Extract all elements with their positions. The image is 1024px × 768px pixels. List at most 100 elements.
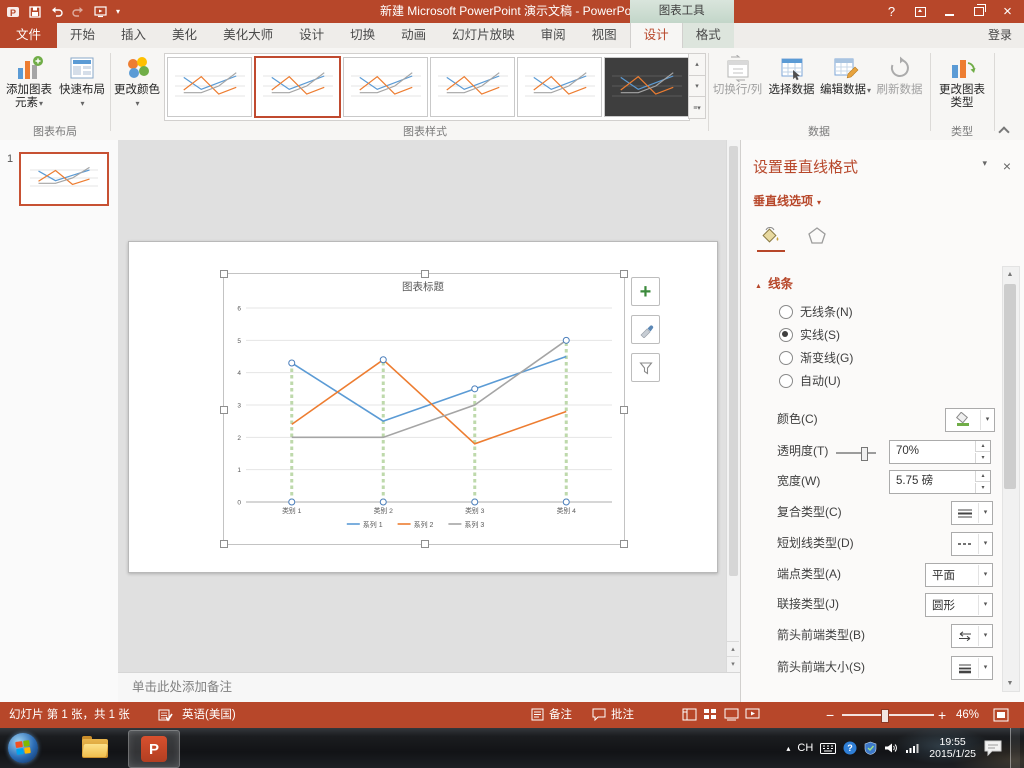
chart-selection-handle[interactable] [220,406,228,414]
tab-1[interactable]: 开始 [57,23,108,48]
dash-type-dropdown[interactable]: ▾ [951,532,993,556]
qat-customize-icon[interactable]: ▾ [116,4,120,20]
scroll-down-icon[interactable]: ▼ [1003,676,1017,691]
chart-style-6[interactable] [604,57,689,117]
chart-selection-handle[interactable] [220,540,228,548]
slider-track[interactable] [836,452,876,454]
line-color-button[interactable]: ▾ [945,408,995,432]
start-slideshow-icon[interactable] [94,4,107,20]
spin-down-icon[interactable]: ▾ [975,453,990,463]
chart-filters-button[interactable] [631,353,660,382]
pane-target-selector[interactable]: 垂直线选项 ▾ [753,192,821,209]
network-icon[interactable] [905,742,919,754]
width-value[interactable]: 5.75 磅 [896,471,933,491]
switch-row-column-button[interactable]: 切换行/列 [711,50,764,126]
fit-to-window-icon[interactable] [993,708,1009,722]
radio-option-1[interactable]: 无线条(N) [779,300,853,323]
line-section-header[interactable]: ▲ 线条 [755,273,793,292]
slide-editing-area[interactable]: 图表标题 0 1 2 3 4 5 6 类别 1 类别 2 类别 3 类别 4 系列 1 系列 2 系列 3 … [118,140,740,672]
select-data-button[interactable]: 选择数据 [765,50,818,126]
powerpoint-icon[interactable]: P [6,4,20,20]
chart-selection-handle[interactable] [220,270,228,278]
transparency-slider[interactable] [836,446,876,461]
chart-style-4[interactable] [430,57,515,117]
next-slide-icon[interactable]: ▾ [727,656,739,672]
taskbar-clock[interactable]: 19:55 2015/1/25 [929,736,976,760]
tab-contextual-2[interactable]: 格式 [683,23,734,48]
compound-type-dropdown[interactable]: ▾ [951,501,993,525]
pane-close-icon[interactable]: × [1003,158,1011,174]
add-chart-element-button[interactable]: 添加图表元素▾ [3,50,55,126]
notes-area[interactable]: 单击此处添加备注 [118,672,740,703]
scrollbar-thumb[interactable] [729,146,738,576]
pane-scrollbar[interactable]: ▲ ▼ [1002,266,1020,692]
tab-8[interactable]: 幻灯片放映 [439,23,528,48]
radio-option-2[interactable]: 实线(S) [779,323,853,346]
language-indicator[interactable]: 英语(美国) [182,702,236,728]
tab-2[interactable]: 插入 [108,23,159,48]
slide-canvas[interactable]: 图表标题 0 1 2 3 4 5 6 类别 1 类别 2 类别 3 类别 4 系列 1 系列 2 系列 3 … [128,241,718,573]
chart-elements-button[interactable]: + [631,277,660,306]
comments-icon[interactable] [592,708,606,721]
volume-icon[interactable] [884,742,898,754]
zoom-level[interactable]: 46% [956,702,979,728]
redo-icon[interactable] [72,4,85,20]
message-bubble-icon[interactable] [983,739,1003,757]
spellcheck-icon[interactable] [158,708,173,722]
taskbar-powerpoint-button[interactable]: P [128,730,180,768]
chart-styles-button[interactable] [631,315,660,344]
scroll-up-icon[interactable]: ▲ [1003,267,1017,282]
chart-plot[interactable]: 图表标题 0 1 2 3 4 5 6 类别 1 类别 2 类别 3 类别 4 系列 1 系列 2 系列 3 [224,274,622,542]
chart-selection-handle[interactable] [421,540,429,548]
radio-option-3[interactable]: 渐变线(G) [779,346,853,369]
chart-selection-handle[interactable] [421,270,429,278]
refresh-data-button[interactable]: 刷新数据 [873,50,926,126]
reading-view-icon[interactable] [724,708,739,721]
close-icon[interactable]: × [993,0,1022,23]
slideshow-view-icon[interactable] [745,708,760,721]
cap-type-dropdown[interactable]: 平面 ▾ [925,563,993,587]
radio-circle[interactable] [779,373,793,388]
chart-area[interactable]: 图表标题 0 1 2 3 4 5 6 类别 1 类别 2 类别 3 类别 4 系列 1 系列 2 系列 3 [224,274,624,542]
chart-style-5[interactable] [517,57,602,117]
minimize-icon[interactable] [935,0,964,23]
keyboard-icon[interactable] [820,742,837,754]
comments-toggle[interactable]: 批注 [611,702,634,728]
gallery-scroll-up-icon[interactable]: ▴ [688,53,706,76]
effects-tab[interactable] [803,220,831,250]
tab-7[interactable]: 动画 [388,23,439,48]
chart-selection-handle[interactable] [620,406,628,414]
radio-circle[interactable] [779,350,793,365]
notes-icon[interactable] [531,708,544,721]
previous-slide-icon[interactable]: ▴ [727,641,739,657]
tab-10[interactable]: 视图 [579,23,630,48]
ime-indicator[interactable]: CH [797,742,813,754]
zoom-out-icon[interactable]: − [826,702,834,728]
scrollbar-thumb[interactable] [1004,284,1016,489]
help-icon[interactable]: ? [843,741,857,755]
tab-4[interactable]: 美化大师 [210,23,286,48]
slider-thumb[interactable] [860,447,868,461]
taskbar-explorer-button[interactable] [70,730,120,766]
notes-toggle[interactable]: 备注 [549,702,572,728]
gallery-more-icon[interactable]: ≡▾ [688,97,706,120]
zoom-thumb[interactable] [880,709,889,723]
signin-link[interactable]: 登录 [988,23,1012,48]
arrow-begin-size-dropdown[interactable]: ▾ [951,656,993,680]
radio-circle[interactable] [779,304,793,319]
chart-selection-handle[interactable] [620,270,628,278]
change-chart-type-button[interactable]: 更改图表类型 [934,50,990,126]
help-icon[interactable]: ? [877,0,906,23]
restore-icon[interactable] [964,0,993,23]
tab-contextual-1[interactable]: 设计 [629,23,683,48]
radio-circle[interactable] [779,327,793,342]
tab-6[interactable]: 切换 [337,23,388,48]
tab-9[interactable]: 审阅 [528,23,579,48]
slide-sorter-view-icon[interactable] [703,708,718,721]
tray-expand-icon[interactable]: ▴ [786,744,790,753]
chart-object[interactable]: 图表标题 0 1 2 3 4 5 6 类别 1 类别 2 类别 3 类别 4 系列 1 系列 2 系列 3 [220,270,628,548]
chart-style-3[interactable] [343,57,428,117]
transparency-spinner[interactable]: 70% ▴ ▾ [889,440,991,464]
slide-thumbnail[interactable] [19,152,109,206]
fill-line-tab[interactable] [757,220,785,252]
